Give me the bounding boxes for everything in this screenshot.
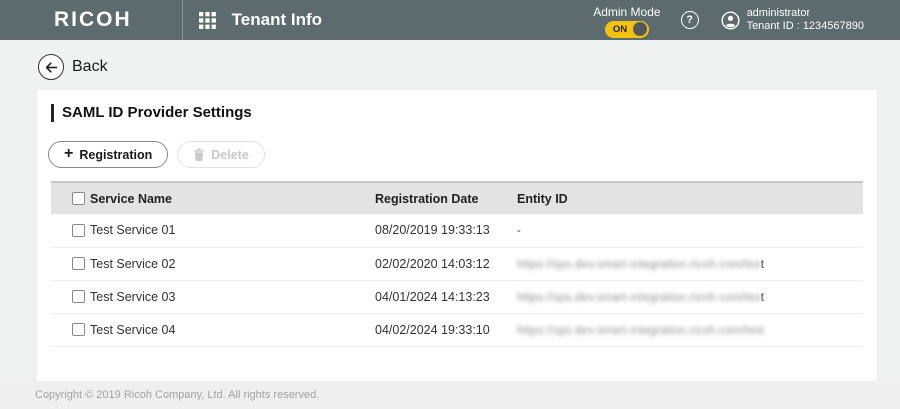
cell-entity-id: https://sps.dev.smart-integration.ricoh.… [517,280,863,313]
row-checkbox[interactable] [72,323,85,336]
delete-button-label: Delete [211,148,249,162]
table-row[interactable]: Test Service 02 02/02/2020 14:03:12 http… [51,247,863,280]
toolbar: + Registration Delete [48,141,877,168]
saml-settings-panel: SAML ID Provider Settings + Registration… [37,90,877,381]
toggle-on-label: ON [613,24,627,35]
table-row[interactable]: Test Service 03 04/01/2024 14:13:23 http… [51,280,863,313]
cell-entity-id: - [517,214,863,247]
header-divider [182,0,183,40]
admin-mode-control: Admin Mode ON [593,3,660,38]
redacted-entity-id: https://sps.dev.smart-integration.ricoh.… [517,259,761,271]
cell-service-name: Test Service 02 [90,247,375,280]
redacted-entity-id: https://sps.dev.smart-integration.ricoh.… [517,292,761,304]
registration-button[interactable]: + Registration [48,141,168,168]
plus-icon: + [64,146,73,162]
top-header-bar: RICOH Tenant Info Admin Mode ON ? [0,0,900,40]
col-header-registration-date: Registration Date [375,182,517,214]
cell-entity-id: https://sps.dev.smart-integration.ricoh.… [517,313,863,346]
user-info-text: administrator Tenant ID : 1234567890 [747,7,864,33]
tenant-id: Tenant ID : 1234567890 [747,20,864,33]
row-checkbox[interactable] [72,224,85,237]
ricoh-logo: RICOH [54,8,132,32]
cell-entity-id: https://sps.dev.smart-integration.ricoh.… [517,247,863,280]
cell-registration-date: 08/20/2019 19:33:13 [375,214,517,247]
app-grid-icon[interactable] [199,12,216,29]
copyright-text: Copyright © 2019 Ricoh Company, Ltd. All… [35,389,319,401]
help-icon[interactable]: ? [681,11,699,29]
cell-registration-date: 04/01/2024 14:13:23 [375,280,517,313]
saml-provider-table: Service Name Registration Date Entity ID… [51,181,863,347]
admin-mode-toggle[interactable]: ON [605,21,649,38]
page-footer: Copyright © 2019 Ricoh Company, Ltd. All… [0,381,900,409]
row-checkbox[interactable] [72,257,85,270]
select-all-checkbox[interactable] [72,192,85,205]
cell-registration-date: 04/02/2024 19:33:10 [375,313,517,346]
delete-button[interactable]: Delete [177,141,265,168]
table-row[interactable]: Test Service 04 04/02/2024 19:33:10 http… [51,313,863,346]
toggle-knob [633,22,647,36]
row-checkbox[interactable] [72,290,85,303]
cell-service-name: Test Service 01 [90,214,375,247]
redacted-entity-id: https://sps.dev.smart-integration.ricoh.… [517,325,764,337]
user-name: administrator [747,7,864,20]
user-avatar-icon [721,11,740,30]
back-arrow-icon [38,54,64,80]
registration-button-label: Registration [79,148,152,162]
page-title: Tenant Info [232,10,322,30]
col-header-entity-id: Entity ID [517,182,863,214]
cell-service-name: Test Service 03 [90,280,375,313]
back-label: Back [72,58,108,76]
cell-service-name: Test Service 04 [90,313,375,346]
back-button[interactable]: Back [38,54,108,80]
col-header-service-name: Service Name [90,182,375,214]
table-header-row: Service Name Registration Date Entity ID [51,182,863,214]
user-account-menu[interactable]: administrator Tenant ID : 1234567890 [721,7,864,33]
cell-registration-date: 02/02/2020 14:03:12 [375,247,517,280]
section-title: SAML ID Provider Settings [51,104,877,122]
admin-mode-label: Admin Mode [593,5,660,19]
trash-icon [193,148,205,161]
table-row[interactable]: Test Service 01 08/20/2019 19:33:13 - [51,214,863,247]
